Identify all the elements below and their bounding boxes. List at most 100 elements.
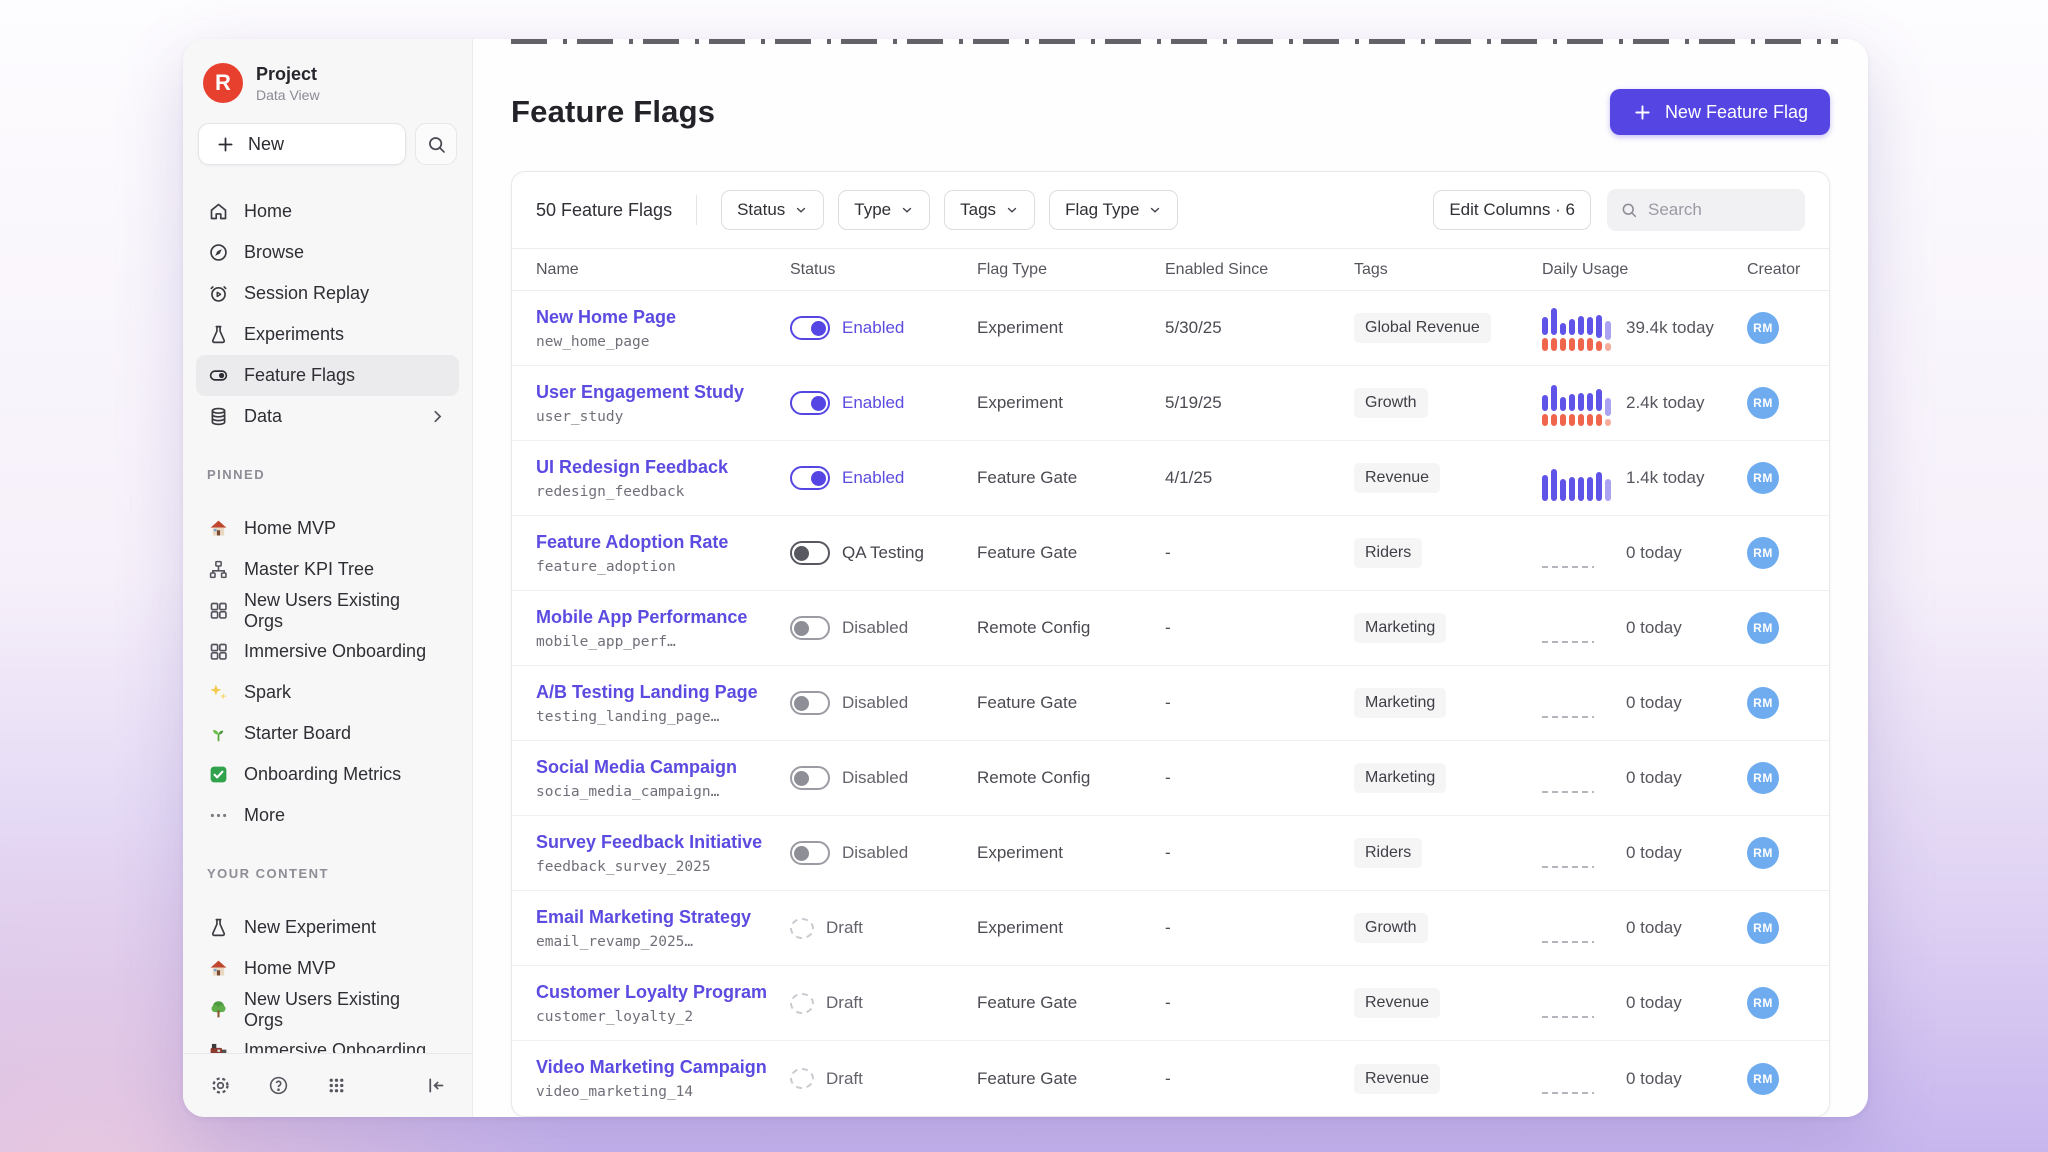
column-header-status: Status <box>790 261 977 279</box>
creator-avatar[interactable]: RM <box>1747 837 1779 869</box>
creator-avatar[interactable]: RM <box>1747 537 1779 569</box>
status-toggle[interactable] <box>790 766 830 790</box>
collapse-sidebar-icon[interactable] <box>424 1075 446 1097</box>
creator-avatar[interactable]: RM <box>1747 1063 1779 1095</box>
flag-name-link[interactable]: New Home Page <box>536 307 790 328</box>
flag-name-link[interactable]: Social Media Campaign <box>536 757 790 778</box>
enabled-since: 5/19/25 <box>1165 393 1354 413</box>
new-feature-flag-button[interactable]: New Feature Flag <box>1610 89 1830 135</box>
sidebar-item-session-replay[interactable]: Session Replay <box>196 273 459 314</box>
table-row[interactable]: Social Media Campaign socia_media_campai… <box>512 741 1829 816</box>
help-icon[interactable] <box>267 1075 289 1097</box>
table-row[interactable]: Video Marketing Campaign video_marketing… <box>512 1041 1829 1116</box>
pinned-item-new-users-existing-orgs[interactable]: New Users Existing Orgs <box>196 590 459 631</box>
sidebar-item-data[interactable]: Data <box>196 396 459 437</box>
table-row[interactable]: Mobile App Performance mobile_app_perf… … <box>512 591 1829 666</box>
pinned-item-onboarding-metrics[interactable]: Onboarding Metrics <box>196 754 459 795</box>
status-toggle[interactable] <box>790 391 830 415</box>
pinned-item-home-mvp[interactable]: Home MVP <box>196 508 459 549</box>
tag-badge: Growth <box>1354 388 1428 418</box>
table-row[interactable]: User Engagement Study user_study Enabled… <box>512 366 1829 441</box>
pinned-item-master-kpi-tree[interactable]: Master KPI Tree <box>196 549 459 590</box>
filter-chip-tags[interactable]: Tags <box>944 190 1035 230</box>
search-input[interactable] <box>1648 200 1778 220</box>
filter-chip-type[interactable]: Type <box>838 190 930 230</box>
creator-avatar[interactable]: RM <box>1747 612 1779 644</box>
new-button[interactable]: New <box>198 123 406 165</box>
project-subtitle: Data View <box>256 87 320 103</box>
flag-name-link[interactable]: A/B Testing Landing Page <box>536 682 790 703</box>
status-toggle[interactable] <box>790 541 830 565</box>
status-toggle[interactable] <box>790 616 830 640</box>
usage-sparkline <box>1542 680 1612 726</box>
creator-avatar[interactable]: RM <box>1747 912 1779 944</box>
flag-name-link[interactable]: UI Redesign Feedback <box>536 457 790 478</box>
search-icon <box>425 133 447 155</box>
sidebar-item-browse[interactable]: Browse <box>196 232 459 273</box>
creator-avatar[interactable]: RM <box>1747 312 1779 344</box>
flag-key: socia_media_campaign… <box>536 784 790 800</box>
filter-chip-flag-type[interactable]: Flag Type <box>1049 190 1178 230</box>
sidebar-item-label: Master KPI Tree <box>244 559 374 580</box>
flag-name-link[interactable]: Video Marketing Campaign <box>536 1057 790 1078</box>
sidebar-item-home[interactable]: Home <box>196 191 459 232</box>
table-row[interactable]: UI Redesign Feedback redesign_feedback E… <box>512 441 1829 516</box>
flag-name-link[interactable]: Customer Loyalty Program <box>536 982 790 1003</box>
sidebar-item-label: Spark <box>244 682 291 703</box>
creator-avatar[interactable]: RM <box>1747 687 1779 719</box>
usage-label: 0 today <box>1626 618 1682 638</box>
filter-chip-status[interactable]: Status <box>721 190 824 230</box>
gear-icon[interactable] <box>209 1075 231 1097</box>
flag-name-link[interactable]: Mobile App Performance <box>536 607 790 628</box>
pinned-item-starter-board[interactable]: Starter Board <box>196 713 459 754</box>
creator-avatar[interactable]: RM <box>1747 987 1779 1019</box>
replay-icon <box>207 283 229 305</box>
your-content-item-new-users-existing-orgs[interactable]: New Users Existing Orgs <box>196 989 459 1030</box>
column-header-enabled-since: Enabled Since <box>1165 261 1354 279</box>
usage-sparkline <box>1542 305 1612 351</box>
pinned-list: Home MVP Master KPI Tree New Users Exist… <box>196 508 459 836</box>
table-search[interactable] <box>1607 189 1805 231</box>
more-dots-icon <box>207 805 229 827</box>
pinned-item-more[interactable]: More <box>196 795 459 836</box>
table-row[interactable]: Customer Loyalty Program customer_loyalt… <box>512 966 1829 1041</box>
table-row[interactable]: New Home Page new_home_page Enabled Expe… <box>512 291 1829 366</box>
flag-name-link[interactable]: Email Marketing Strategy <box>536 907 790 928</box>
tag-badge: Marketing <box>1354 688 1446 718</box>
house-emoji-icon <box>207 958 229 980</box>
table-toolbar: 50 Feature Flags Status Type Tags Flag T… <box>512 172 1829 248</box>
status-label: Disabled <box>842 768 908 788</box>
tag-badge: Revenue <box>1354 1064 1440 1094</box>
flag-name-link[interactable]: User Engagement Study <box>536 382 790 403</box>
your-content-item-new-experiment[interactable]: New Experiment <box>196 907 459 948</box>
tag-badge: Revenue <box>1354 463 1440 493</box>
creator-avatar[interactable]: RM <box>1747 462 1779 494</box>
status-toggle[interactable] <box>790 841 830 865</box>
sidebar-item-feature-flags[interactable]: Feature Flags <box>196 355 459 396</box>
tag-badge: Riders <box>1354 838 1422 868</box>
sidebar-search-button[interactable] <box>415 123 457 165</box>
usage-sparkline <box>1542 605 1612 651</box>
draft-status-icon <box>790 918 814 939</box>
edit-columns-button[interactable]: Edit Columns · 6 <box>1433 190 1591 230</box>
status-toggle[interactable] <box>790 466 830 490</box>
sidebar-item-experiments[interactable]: Experiments <box>196 314 459 355</box>
pinned-item-immersive-onboarding[interactable]: Immersive Onboarding <box>196 631 459 672</box>
sidebar-item-label: Onboarding Metrics <box>244 764 401 785</box>
table-row[interactable]: Feature Adoption Rate feature_adoption Q… <box>512 516 1829 591</box>
status-toggle[interactable] <box>790 691 830 715</box>
creator-avatar[interactable]: RM <box>1747 762 1779 794</box>
creator-avatar[interactable]: RM <box>1747 387 1779 419</box>
flag-name-link[interactable]: Feature Adoption Rate <box>536 532 790 553</box>
flag-name-link[interactable]: Survey Feedback Initiative <box>536 832 790 853</box>
apps-grid-icon[interactable] <box>325 1075 347 1097</box>
status-toggle[interactable] <box>790 316 830 340</box>
usage-label: 0 today <box>1626 843 1682 863</box>
your-content-item-immersive-onboarding[interactable]: Immersive Onboarding <box>196 1030 459 1053</box>
table-row[interactable]: Survey Feedback Initiative feedback_surv… <box>512 816 1829 891</box>
your-content-item-home-mvp[interactable]: Home MVP <box>196 948 459 989</box>
table-row[interactable]: A/B Testing Landing Page testing_landing… <box>512 666 1829 741</box>
project-switcher[interactable]: R Project Data View <box>196 63 459 103</box>
pinned-item-spark[interactable]: Spark <box>196 672 459 713</box>
table-row[interactable]: Email Marketing Strategy email_revamp_20… <box>512 891 1829 966</box>
